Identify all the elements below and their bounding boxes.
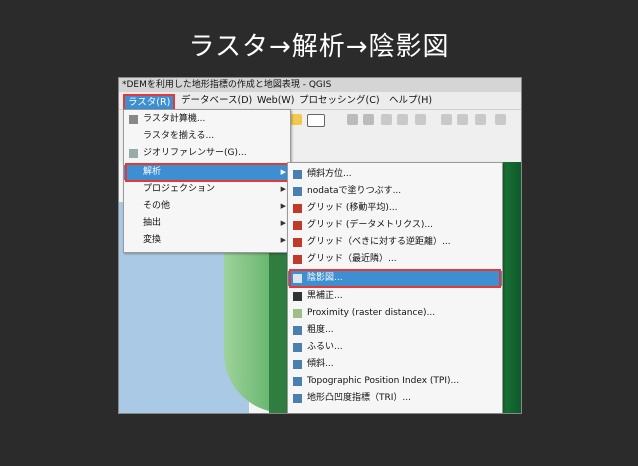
- tpi-icon: [293, 377, 302, 386]
- menu-item-aspect[interactable]: 傾斜方位...: [288, 167, 502, 182]
- menu-item-grid-moving-average[interactable]: グリッド (移動平均)...: [288, 201, 502, 216]
- move-feature-icon[interactable]: [415, 114, 426, 125]
- menu-database[interactable]: データベース(D): [181, 92, 252, 109]
- grid-icon: [293, 204, 302, 213]
- delete-icon[interactable]: [457, 114, 468, 125]
- calculator-icon: [129, 115, 138, 124]
- grid-icon: [293, 221, 302, 230]
- menu-item-slope[interactable]: 傾斜...: [288, 357, 502, 372]
- tri-icon: [293, 394, 302, 403]
- proximity-icon: [293, 309, 302, 318]
- menu-item-proximity[interactable]: Proximity (raster distance)...: [288, 306, 502, 321]
- raster-dropdown: ラスタ計算機... ラスタを揃える... ジオリファレンサー(G)... 解析 …: [123, 109, 291, 253]
- menubar: ラスタ(R) データベース(D) Web(W) プロセッシング(C) ヘルプ(H…: [119, 92, 521, 111]
- slide-title: ラスタ→解析→陰影図: [188, 32, 450, 62]
- menu-item-tpi[interactable]: Topographic Position Index (TPI)...: [288, 374, 502, 389]
- copy-icon[interactable]: [495, 114, 506, 125]
- menu-item-roughness[interactable]: 粗度...: [288, 323, 502, 338]
- menu-item-nearblack[interactable]: 黒補正...: [288, 289, 502, 304]
- menu-item-projection[interactable]: プロジェクション ▶: [124, 182, 290, 197]
- submenu-arrow-icon: ▶: [280, 219, 286, 227]
- menu-item-misc[interactable]: その他 ▶: [124, 199, 290, 214]
- edit-pencil-icon[interactable]: [347, 114, 358, 125]
- submenu-arrow-icon: ▶: [280, 236, 286, 244]
- hillshade-highlight-box: [289, 269, 501, 288]
- analysis-highlight-box: [125, 163, 289, 182]
- menu-item-align-rasters[interactable]: ラスタを揃える...: [124, 129, 290, 144]
- menu-processing[interactable]: プロセッシング(C): [299, 92, 380, 109]
- node-tool-icon[interactable]: [397, 114, 408, 125]
- fill-nodata-icon: [293, 187, 302, 196]
- menu-item-sieve[interactable]: ふるい...: [288, 340, 502, 355]
- menu-item-tri[interactable]: 地形凸凹度指標（TRI）...: [288, 391, 502, 406]
- submenu-arrow-icon: ▶: [280, 185, 286, 193]
- qgis-screenshot: *DEMを利用した地形指標の作成と地図表現 - QGIS ラスタ(R) データベ…: [118, 77, 522, 414]
- menu-help[interactable]: ヘルプ(H): [389, 92, 432, 109]
- menu-item-extraction[interactable]: 抽出 ▶: [124, 216, 290, 231]
- roughness-icon: [293, 326, 302, 335]
- menu-item-grid-idw[interactable]: グリッド（べきに対する逆距離）...: [288, 235, 502, 250]
- slope-icon: [293, 360, 302, 369]
- cut-icon[interactable]: [475, 114, 486, 125]
- menu-item-grid-data-metrics[interactable]: グリッド (データメトリクス)...: [288, 218, 502, 233]
- attribute-table-icon[interactable]: [441, 114, 452, 125]
- grid-icon: [293, 238, 302, 247]
- digitize-icon[interactable]: [363, 114, 374, 125]
- georeferencer-icon: [129, 149, 138, 158]
- menu-item-georeferencer[interactable]: ジオリファレンサー(G)...: [124, 146, 290, 161]
- tooltip-icon[interactable]: [291, 114, 302, 125]
- menu-item-raster-calculator[interactable]: ラスタ計算機...: [124, 112, 290, 127]
- submenu-arrow-icon: ▶: [280, 202, 286, 210]
- analysis-submenu: 傾斜方位... nodataで塗りつぶす... グリッド (移動平均)... グ…: [287, 162, 503, 413]
- nearblack-icon: [293, 292, 302, 301]
- menu-item-grid-nearest[interactable]: グリッド（最近隣）...: [288, 252, 502, 267]
- save-edits-icon[interactable]: [381, 114, 392, 125]
- menu-item-conversion[interactable]: 変換 ▶: [124, 233, 290, 248]
- menu-web[interactable]: Web(W): [257, 92, 295, 109]
- menu-item-fill-nodata[interactable]: nodataで塗りつぶす...: [288, 184, 502, 199]
- text-annotation-icon[interactable]: [307, 114, 325, 127]
- grid-icon: [293, 255, 302, 264]
- window-title: *DEMを利用した地形指標の作成と地図表現 - QGIS: [119, 78, 521, 92]
- sieve-icon: [293, 343, 302, 352]
- aspect-icon: [293, 170, 302, 179]
